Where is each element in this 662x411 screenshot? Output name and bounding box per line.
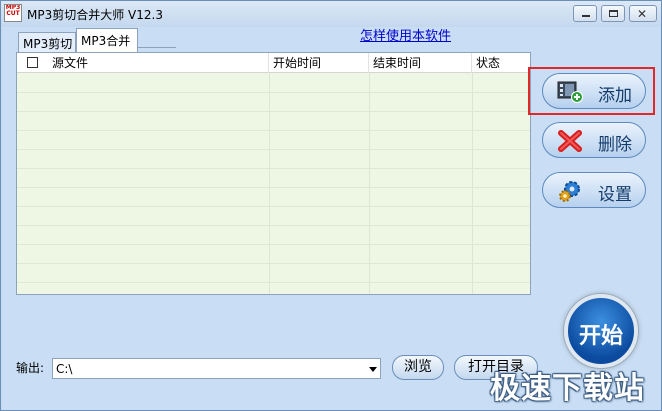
minimize-button[interactable] <box>573 5 597 22</box>
grid-line <box>17 282 530 283</box>
file-list[interactable]: 源文件 开始时间 结束时间 状态 <box>16 52 531 295</box>
browse-button[interactable]: 浏览 <box>392 355 444 380</box>
grid-line <box>17 206 530 207</box>
app-window: MP3 CUT MP3剪切合并大师 V12.3 ✕ MP3剪切 MP3合并 怎样… <box>0 0 662 411</box>
grid-line <box>17 92 530 93</box>
column-header-status[interactable]: 状态 <box>472 53 530 73</box>
column-header-end-time[interactable]: 结束时间 <box>369 53 472 73</box>
chevron-down-icon[interactable] <box>369 367 377 372</box>
close-icon: ✕ <box>637 7 648 21</box>
help-link[interactable]: 怎样使用本软件 <box>360 25 451 44</box>
grid-line <box>369 73 370 294</box>
output-path-select[interactable]: C:\ <box>52 358 381 379</box>
maximize-icon <box>609 10 618 17</box>
gear-icon <box>559 181 580 202</box>
app-logo-icon: MP3 CUT <box>4 4 22 22</box>
grid-line <box>17 130 530 131</box>
grid-line <box>17 149 530 150</box>
settings-button-label: 设置 <box>598 185 632 205</box>
watermark-text: 极速下载站 <box>490 371 645 406</box>
maximize-button[interactable] <box>601 5 625 22</box>
grid-line <box>269 73 270 294</box>
window-title: MP3剪切合并大师 V12.3 <box>27 8 163 22</box>
output-path-value: C:\ <box>56 362 73 376</box>
output-label: 输出: <box>16 361 45 375</box>
delete-button[interactable]: 删除 <box>542 122 646 158</box>
list-header: 源文件 开始时间 结束时间 状态 <box>17 53 530 73</box>
grid-line <box>17 244 530 245</box>
start-button[interactable]: 开始 <box>564 294 638 368</box>
settings-button[interactable]: 设置 <box>542 172 646 208</box>
column-label-source: 源文件 <box>52 56 89 70</box>
tab-strip-line <box>138 47 176 51</box>
start-button-label: 开始 <box>578 324 623 349</box>
column-header-start-time[interactable]: 开始时间 <box>269 53 369 73</box>
delete-button-label: 删除 <box>598 135 632 155</box>
delete-x-icon <box>558 130 582 152</box>
column-header-source[interactable]: 源文件 <box>17 53 269 73</box>
title-bar[interactable]: MP3 CUT MP3剪切合并大师 V12.3 ✕ <box>1 1 661 27</box>
client-area: MP3剪切 MP3合并 怎样使用本软件 源文件 开始时间 结束时间 状态 添加 … <box>2 27 661 410</box>
grid-line <box>472 73 473 294</box>
tab-mp3-merge[interactable]: MP3合并 <box>76 28 138 52</box>
grid-line <box>17 168 530 169</box>
grid-line <box>17 111 530 112</box>
grid-line <box>17 263 530 264</box>
add-button[interactable]: 添加 <box>542 73 646 109</box>
grid-line <box>17 187 530 188</box>
minimize-icon <box>582 15 590 17</box>
close-button[interactable]: ✕ <box>629 5 657 22</box>
tab-mp3-cut[interactable]: MP3剪切 <box>18 32 76 52</box>
select-all-checkbox[interactable] <box>27 57 38 68</box>
add-file-icon <box>557 81 583 103</box>
add-button-label: 添加 <box>598 86 632 106</box>
grid-line <box>17 225 530 226</box>
